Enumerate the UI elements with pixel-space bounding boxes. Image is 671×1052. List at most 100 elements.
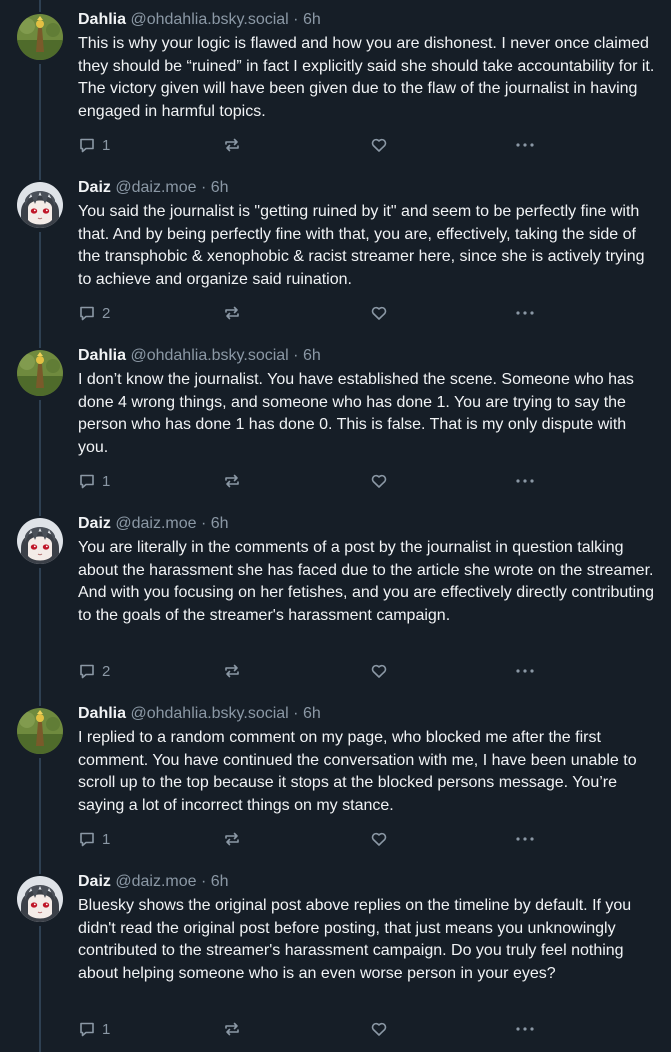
reply-button[interactable]: 1 <box>78 470 110 492</box>
repost-button[interactable] <box>223 1018 241 1040</box>
post-text: This is why your logic is flawed and how… <box>78 35 655 120</box>
separator: · <box>200 515 207 532</box>
avatar[interactable] <box>17 518 63 564</box>
timestamp[interactable]: 6h <box>211 873 229 890</box>
post-text: You are literally in the comments of a p… <box>78 539 655 624</box>
separator: · <box>200 873 207 890</box>
reply-count: 1 <box>102 472 111 490</box>
more-dots-icon <box>516 143 534 147</box>
repost-button[interactable] <box>223 660 241 682</box>
post-header: Daiz @daiz.moe · 6h <box>78 178 658 198</box>
author-handle[interactable]: @ohdahlia.bsky.social <box>130 705 288 722</box>
post-text: I replied to a random comment on my page… <box>78 729 637 814</box>
avatar[interactable] <box>17 14 63 60</box>
reply-button[interactable]: 1 <box>78 1018 110 1040</box>
author-handle[interactable]: @daiz.moe <box>115 179 196 196</box>
reply-bubble-icon <box>80 474 94 489</box>
more-dots-icon <box>516 837 534 841</box>
avatar[interactable] <box>17 182 63 228</box>
post-actions: 1 <box>78 134 548 156</box>
timestamp[interactable]: 6h <box>303 11 321 28</box>
repost-arrows-icon <box>225 832 239 846</box>
more-options-button[interactable] <box>515 1018 535 1040</box>
like-button[interactable] <box>370 660 388 682</box>
avatar[interactable] <box>17 876 63 922</box>
reply-count: 1 <box>102 830 111 848</box>
thread-post[interactable]: Daiz @daiz.moe · 6h Bluesky shows the or… <box>0 862 671 1052</box>
separator: · <box>200 179 207 196</box>
post-header: Daiz @daiz.moe · 6h <box>78 514 658 534</box>
more-options-button[interactable] <box>515 828 535 850</box>
more-dots-icon <box>516 479 534 483</box>
post-actions: 2 <box>78 660 548 682</box>
more-options-button[interactable] <box>515 134 535 156</box>
more-options-button[interactable] <box>515 302 535 324</box>
timestamp[interactable]: 6h <box>303 347 321 364</box>
heart-icon <box>371 832 387 846</box>
like-button[interactable] <box>370 828 388 850</box>
author-name[interactable]: Dahlia <box>78 705 126 722</box>
author-name[interactable]: Dahlia <box>78 11 126 28</box>
author-handle[interactable]: @daiz.moe <box>115 515 196 532</box>
repost-arrows-icon <box>225 664 239 678</box>
like-button[interactable] <box>370 302 388 324</box>
reply-count: 2 <box>102 304 111 322</box>
heart-icon <box>371 1022 387 1036</box>
post-header: Dahlia @ohdahlia.bsky.social · 6h <box>78 346 658 366</box>
author-name[interactable]: Daiz <box>78 179 111 196</box>
thread-post[interactable]: Dahlia @ohdahlia.bsky.social · 6h This i… <box>0 0 671 168</box>
thread-post[interactable]: Dahlia @ohdahlia.bsky.social · 6h I don’… <box>0 336 671 504</box>
more-options-button[interactable] <box>515 660 535 682</box>
reply-button[interactable]: 2 <box>78 302 110 324</box>
timestamp[interactable]: 6h <box>211 515 229 532</box>
reply-count: 1 <box>102 1020 111 1038</box>
author-name[interactable]: Dahlia <box>78 347 126 364</box>
heart-icon <box>371 138 387 152</box>
post-text: You said the journalist is "getting ruin… <box>78 203 645 288</box>
reply-count: 2 <box>102 662 111 680</box>
repost-button[interactable] <box>223 470 241 492</box>
reply-button[interactable]: 1 <box>78 828 110 850</box>
thread-post[interactable]: Dahlia @ohdahlia.bsky.social · 6h I repl… <box>0 694 671 862</box>
author-handle[interactable]: @ohdahlia.bsky.social <box>130 11 288 28</box>
repost-button[interactable] <box>223 302 241 324</box>
post-actions: 1 <box>78 1018 548 1040</box>
reply-count: 1 <box>102 136 111 154</box>
reply-bubble-icon <box>80 1022 94 1037</box>
post-header: Dahlia @ohdahlia.bsky.social · 6h <box>78 10 658 30</box>
like-button[interactable] <box>370 134 388 156</box>
reply-bubble-icon <box>80 664 94 679</box>
grass-figure-avatar-icon <box>17 350 63 396</box>
thread-post[interactable]: Daiz @daiz.moe · 6h You are literally in… <box>0 504 671 694</box>
reply-button[interactable]: 2 <box>78 660 110 682</box>
separator: · <box>293 347 299 364</box>
separator: · <box>293 705 299 722</box>
like-button[interactable] <box>370 470 388 492</box>
repost-arrows-icon <box>225 306 239 320</box>
separator: · <box>293 11 299 28</box>
repost-arrows-icon <box>225 138 239 152</box>
repost-arrows-icon <box>225 1022 239 1036</box>
author-name[interactable]: Daiz <box>78 873 111 890</box>
avatar[interactable] <box>17 708 63 754</box>
heart-icon <box>371 306 387 320</box>
reply-button[interactable]: 1 <box>78 134 110 156</box>
timestamp[interactable]: 6h <box>211 179 229 196</box>
more-dots-icon <box>516 311 534 315</box>
reply-bubble-icon <box>80 138 94 153</box>
repost-button[interactable] <box>223 134 241 156</box>
timestamp[interactable]: 6h <box>303 705 321 722</box>
heart-icon <box>371 664 387 678</box>
avatar[interactable] <box>17 350 63 396</box>
thread-post[interactable]: Daiz @daiz.moe · 6h You said the journal… <box>0 168 671 336</box>
like-button[interactable] <box>370 1018 388 1040</box>
more-dots-icon <box>516 669 534 673</box>
repost-button[interactable] <box>223 828 241 850</box>
reply-bubble-icon <box>80 306 94 321</box>
author-handle[interactable]: @daiz.moe <box>115 873 196 890</box>
author-handle[interactable]: @ohdahlia.bsky.social <box>130 347 288 364</box>
more-options-button[interactable] <box>515 470 535 492</box>
author-name[interactable]: Daiz <box>78 515 111 532</box>
post-actions: 1 <box>78 828 548 850</box>
post-actions: 1 <box>78 470 548 492</box>
